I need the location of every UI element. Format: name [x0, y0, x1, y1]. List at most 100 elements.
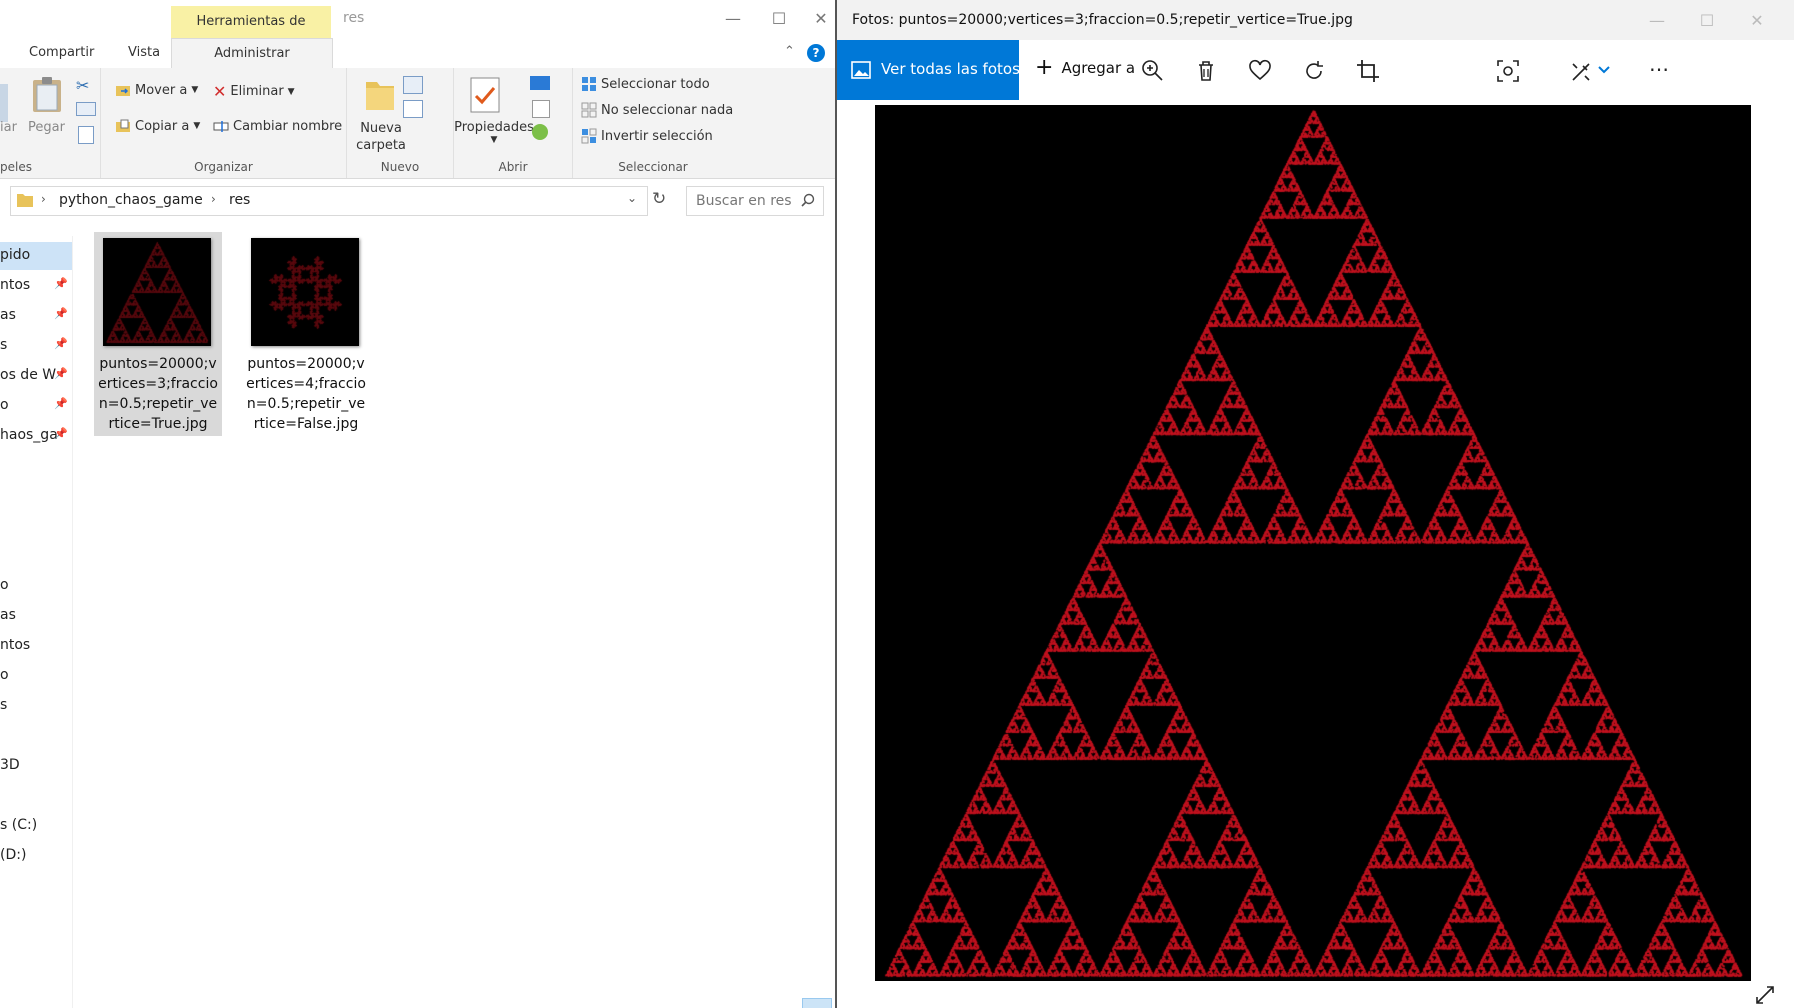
propiedades-button[interactable]: Propiedades ▼: [454, 120, 534, 145]
close-button[interactable]: ✕: [808, 6, 834, 32]
visual-search-icon[interactable]: [1495, 58, 1521, 84]
invertir-seleccion-label: Invertir selección: [601, 129, 713, 144]
invert-selection-icon: [581, 128, 597, 144]
nav-label: ntos: [0, 637, 30, 653]
nav-item-archivos-de-w[interactable]: os de W 📌: [0, 362, 72, 390]
tab-partial[interactable]: [0, 38, 8, 68]
minimize-button[interactable]: —: [1637, 8, 1677, 34]
new-item-icon[interactable]: [403, 76, 423, 94]
easy-access-icon[interactable]: [403, 100, 423, 118]
tab-vista[interactable]: Vista: [128, 38, 160, 68]
chevron-right-icon[interactable]: ›: [211, 192, 216, 206]
collapse-ribbon-icon[interactable]: ⌃: [784, 44, 795, 59]
new-folder-icon[interactable]: [363, 76, 397, 114]
nav-label: o: [0, 397, 9, 413]
copy-icon[interactable]: [0, 84, 8, 122]
file-item-triangle[interactable]: puntos=20000;vertices=3;fraccion=0.5;rep…: [94, 232, 222, 436]
maximize-button[interactable]: ☐: [761, 6, 797, 32]
ver-todas-las-fotos-button[interactable]: Ver todas las fotos: [837, 40, 1019, 100]
paste-shortcut-icon[interactable]: [78, 126, 94, 144]
edit-create-icon[interactable]: [1569, 58, 1595, 84]
invertir-seleccion-button[interactable]: Invertir selección: [581, 128, 713, 144]
history-icon[interactable]: [532, 124, 548, 140]
folder-icon: [17, 193, 33, 207]
pin-icon: 📌: [54, 337, 68, 350]
nav-item-documentos[interactable]: ntos 📌: [0, 272, 72, 300]
window-title: res: [343, 10, 364, 26]
no-seleccionar-button[interactable]: No seleccionar nada: [581, 102, 733, 118]
search-icon[interactable]: [801, 193, 815, 207]
ver-todas-label: Ver todas las fotos: [881, 60, 1020, 78]
eliminar-button[interactable]: ✕ Eliminar ▼: [213, 82, 295, 101]
nav-item-descargas[interactable]: s 📌: [0, 332, 72, 360]
address-bar[interactable]: › python_chaos_game › res ⌄: [10, 186, 648, 216]
properties-icon[interactable]: [468, 76, 502, 114]
cambiar-nombre-label: Cambiar nombre: [233, 119, 342, 134]
mover-a-button[interactable]: Mover a ▼: [115, 82, 198, 98]
nav-label: 3D: [0, 757, 20, 773]
nueva-carpeta-line2: carpeta: [355, 137, 407, 154]
file-thumbnail: [251, 238, 359, 346]
file-thumbnail: [103, 238, 211, 346]
close-button[interactable]: ✕: [1737, 8, 1777, 34]
file-explorer-window: Herramientas de imagen res — ☐ ✕ Compart…: [0, 0, 835, 1008]
nav-item-descargas-pc[interactable]: s: [0, 692, 72, 720]
tab-administrar[interactable]: Administrar: [171, 38, 333, 69]
seleccionar-todo-button[interactable]: Seleccionar todo: [581, 76, 710, 92]
nav-item-disco-c[interactable]: s (C:): [0, 812, 72, 840]
edit-icon[interactable]: [532, 100, 550, 118]
more-options-icon[interactable]: …: [1649, 52, 1669, 76]
breadcrumb-python-chaos-game[interactable]: python_chaos_game: [59, 192, 203, 208]
group-label-nuevo: Nuevo: [347, 160, 453, 174]
chevron-down-icon[interactable]: [1597, 58, 1611, 84]
select-all-icon: [581, 76, 597, 92]
paste-icon[interactable]: [30, 76, 64, 114]
help-icon[interactable]: ?: [807, 44, 825, 62]
group-label-seleccionar: Seleccionar: [573, 160, 733, 174]
nav-item-documentos-pc[interactable]: ntos: [0, 632, 72, 660]
history-dropdown-icon[interactable]: ⌄: [627, 191, 637, 205]
delete-x-icon: ✕: [213, 82, 226, 101]
crop-icon[interactable]: [1355, 58, 1381, 84]
nav-item-acceso-rapido[interactable]: pido: [0, 242, 72, 270]
nav-item-python-chaos-game[interactable]: haos_ga 📌: [0, 422, 72, 450]
file-item-square[interactable]: puntos=20000;vertices=4;fraccion=0.5;rep…: [242, 232, 370, 436]
maximize-button[interactable]: ☐: [1687, 8, 1727, 34]
nav-item-video-pc[interactable]: o: [0, 662, 72, 690]
minimize-button[interactable]: —: [715, 6, 751, 32]
file-name: puntos=20000;vertices=3;fraccion=0.5;rep…: [98, 354, 218, 434]
open-icon[interactable]: [530, 76, 550, 90]
favorite-heart-icon[interactable]: [1247, 58, 1273, 84]
nav-label: s (C:): [0, 817, 37, 833]
search-box[interactable]: Buscar en res: [686, 186, 824, 216]
zoom-icon[interactable]: [1139, 58, 1165, 84]
delete-icon[interactable]: [1193, 58, 1219, 84]
view-toggle-icon[interactable]: [802, 998, 832, 1008]
nav-label: as: [0, 607, 16, 623]
breadcrumb-res[interactable]: res: [229, 192, 250, 208]
nav-item-escritorio-pc[interactable]: o: [0, 572, 72, 600]
copy-path-icon[interactable]: [76, 102, 96, 116]
nav-label: o: [0, 667, 9, 683]
pin-icon: 📌: [54, 367, 68, 380]
photos-window: Fotos: puntos=20000;vertices=3;fraccion=…: [835, 0, 1794, 1008]
nav-label: s: [0, 337, 7, 353]
agregar-a-button[interactable]: + Agregar a: [1035, 58, 1135, 78]
cut-icon[interactable]: ✂: [76, 76, 89, 95]
copy-folder-icon: [115, 118, 131, 134]
nav-item-escritorio[interactable]: o 📌: [0, 392, 72, 420]
rotate-icon[interactable]: [1301, 58, 1327, 84]
nav-item-disco-d[interactable]: (D:): [0, 842, 72, 870]
nav-item-imagenes-pc[interactable]: as: [0, 602, 72, 630]
copiar-a-button[interactable]: Copiar a ▼: [115, 118, 200, 134]
cambiar-nombre-button[interactable]: Cambiar nombre: [213, 118, 342, 134]
chevron-right-icon[interactable]: ›: [41, 192, 46, 206]
photos-gallery-icon: [851, 60, 871, 80]
nav-item-imagenes[interactable]: as 📌: [0, 302, 72, 330]
plus-icon: +: [1035, 58, 1053, 78]
nueva-carpeta-button[interactable]: Nueva carpeta: [355, 120, 407, 154]
tab-compartir[interactable]: Compartir: [29, 38, 94, 68]
nav-item-objetos-3d[interactable]: 3D: [0, 752, 72, 780]
fullscreen-expand-icon[interactable]: [1754, 984, 1776, 1006]
refresh-icon[interactable]: ↻: [652, 189, 666, 209]
